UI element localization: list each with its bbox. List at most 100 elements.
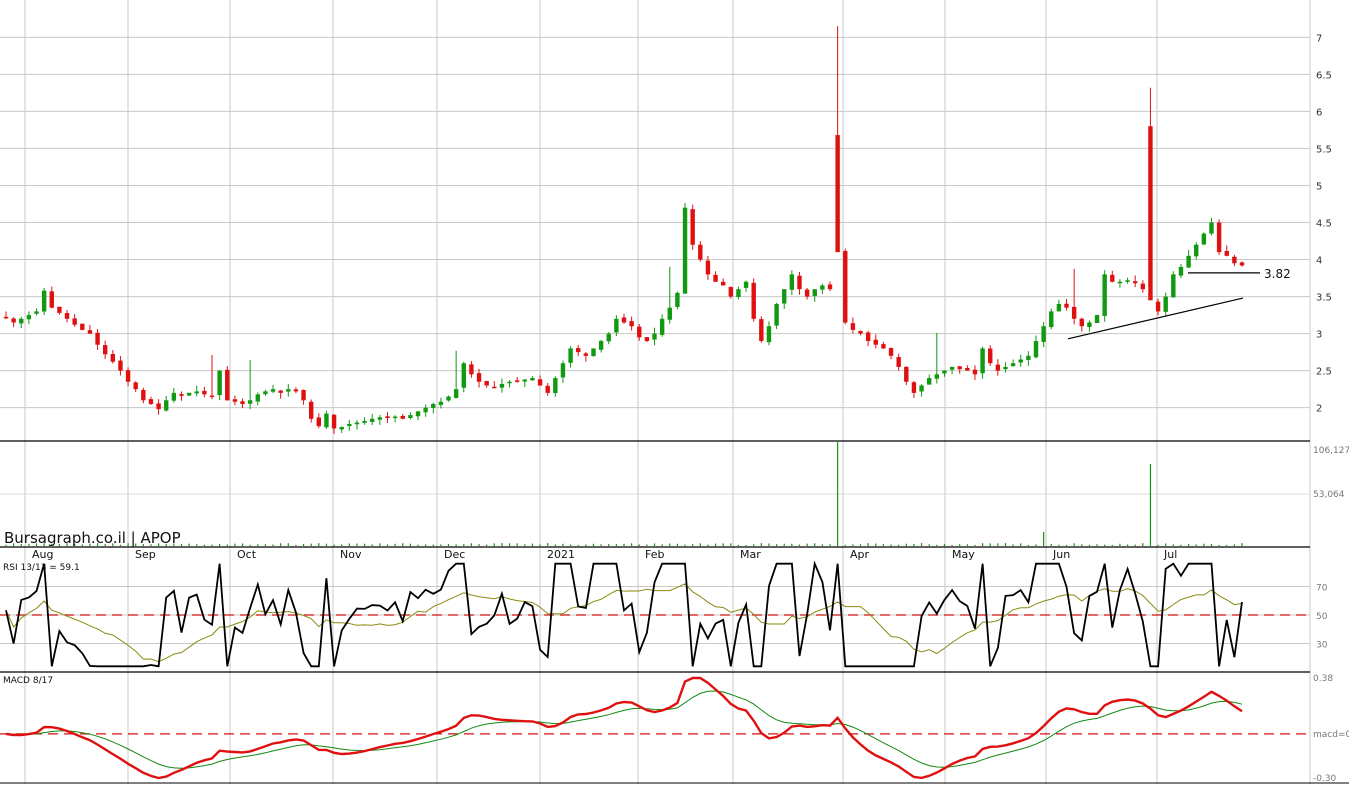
candle-body (125, 370, 131, 382)
volume-bar (1210, 543, 1213, 546)
candle-body (1033, 341, 1039, 358)
candle-body (705, 260, 711, 275)
candle-body (629, 321, 634, 327)
candle-body (774, 303, 779, 326)
volume-bar (1157, 544, 1159, 546)
candle-body (1117, 281, 1123, 284)
volume-bar (1165, 543, 1167, 546)
candle-body (34, 311, 39, 314)
candle-body (827, 284, 833, 290)
volume-bar (814, 543, 816, 546)
candle-body (1010, 363, 1016, 367)
candle-body (1178, 266, 1184, 276)
volume-bar (1058, 544, 1060, 546)
x-tick-label: Jul (1163, 548, 1177, 561)
volume-bar (226, 544, 228, 546)
candle-body (1041, 326, 1046, 342)
candle-body (270, 389, 276, 392)
volume-bar (524, 544, 526, 546)
candle-body (820, 285, 825, 290)
candle-body (232, 399, 238, 402)
volume-bar (569, 544, 572, 546)
candle-body (797, 275, 802, 290)
macd-line (5, 676, 1243, 780)
volume-bar (661, 544, 663, 546)
volume-bar (852, 544, 854, 546)
volume-bar (379, 543, 381, 546)
volume-bar (272, 544, 274, 546)
candle-body (690, 209, 695, 245)
volume-bar (844, 544, 846, 546)
candle-body (415, 411, 421, 417)
candle-body (1155, 301, 1161, 312)
candle-body (713, 274, 718, 282)
candle-body (1079, 318, 1084, 327)
candle-body (1216, 222, 1222, 253)
volume-bar (669, 543, 671, 546)
annotation-label: 3.82 (1264, 267, 1291, 281)
volume-bar (783, 543, 785, 546)
volume-bar (409, 543, 411, 546)
volume-bar (531, 543, 534, 546)
x-tick-label: Oct (237, 548, 257, 561)
candle-body (453, 389, 459, 398)
volume-bar (974, 544, 976, 546)
volume-tick-label: 106,127 (1313, 446, 1349, 456)
volume-bar (592, 543, 595, 546)
candle-body (598, 341, 604, 350)
volume-bar (920, 543, 923, 546)
volume-bar (692, 544, 694, 546)
candle-body (286, 389, 291, 392)
candle-body (934, 374, 940, 379)
candle-body (942, 370, 947, 374)
candle-body (553, 378, 558, 394)
rsi-tick-label: 70 (1316, 584, 1328, 594)
x-tick-label: Aug (32, 548, 53, 561)
volume-bar (1187, 544, 1190, 546)
volume-bar (1065, 544, 1068, 546)
candle-body (888, 348, 894, 356)
rsi-tick-label: 50 (1316, 612, 1328, 622)
stock-chart: 3.82 2 2.5 3 3.5 4 4.5 5 5.5 6 6.5 7 70 50 30 Aug Sep Oc… (0, 0, 1349, 784)
x-tick-label: May (952, 548, 975, 561)
volume-bar (722, 543, 724, 546)
candle-body (1171, 274, 1176, 298)
price-tick-label: 6 (1316, 107, 1322, 118)
candle-body (759, 319, 764, 342)
candle-body (446, 396, 451, 401)
candle-body (614, 318, 619, 333)
candle-body (980, 348, 985, 374)
candle-body (537, 379, 543, 386)
volume-bar (386, 544, 389, 546)
candle-body (72, 318, 77, 325)
candle-body (698, 244, 703, 260)
candle-body (659, 318, 665, 335)
candle-body (202, 390, 207, 395)
macd-tick-label: macd=0 (1313, 730, 1349, 740)
candle-body (1125, 280, 1130, 282)
candle-body (141, 389, 146, 401)
volume-bar (821, 544, 823, 546)
candle-body (644, 337, 650, 342)
volume-bar (432, 544, 434, 546)
volume-bar (867, 543, 869, 546)
candle-body (118, 360, 123, 371)
candle-body (293, 389, 299, 392)
candle-body (3, 316, 9, 319)
candle-body (1071, 306, 1077, 319)
volume-bar (1241, 543, 1243, 546)
candle-body (576, 348, 581, 353)
volume-bar (501, 543, 503, 546)
volume-bar (1172, 544, 1174, 546)
volume-bar (1020, 543, 1022, 546)
volume-bar (1088, 544, 1091, 546)
candle-body (110, 354, 116, 362)
candle-body (301, 389, 306, 401)
candle-body (324, 413, 329, 428)
volume-bar (325, 543, 328, 546)
candle-body (87, 330, 93, 334)
volume-bar (363, 543, 366, 546)
price-tick-label: 6.5 (1316, 70, 1332, 81)
volume-bar (1027, 544, 1029, 546)
volume-bar (608, 544, 610, 546)
